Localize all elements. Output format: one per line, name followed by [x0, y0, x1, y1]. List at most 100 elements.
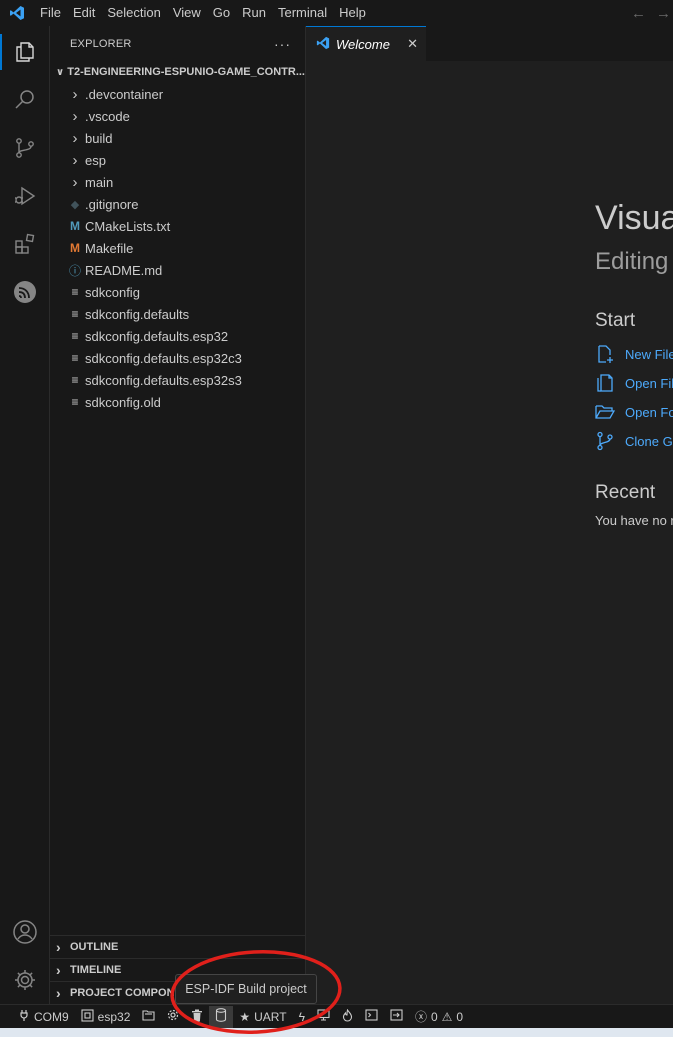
new-file-link[interactable]: New File [595, 343, 673, 365]
start-heading: Start [595, 310, 636, 331]
tree-file[interactable]: ≡ sdkconfig.defaults.esp32c3 [50, 347, 305, 369]
problems-item[interactable]: ⓧ 0 ⚠ 0 [409, 1006, 469, 1028]
explorer-icon[interactable] [0, 28, 50, 76]
terminal-button[interactable] [359, 1006, 384, 1028]
tree-folder[interactable]: › esp [50, 149, 305, 171]
tree-file[interactable]: ≡ sdkconfig.defaults [50, 303, 305, 325]
menu-bar: File Edit Selection View Go Run Terminal Help [34, 0, 372, 26]
section-label: PROJECT COMPONE [70, 987, 182, 999]
tree-folder[interactable]: › .vscode [50, 105, 305, 127]
settings-file-icon: ≡ [71, 307, 79, 321]
tree-file[interactable]: ≡ sdkconfig [50, 281, 305, 303]
chevron-right-icon: › [72, 151, 78, 169]
terminal-icon [365, 1009, 378, 1024]
source-control-icon [595, 431, 615, 451]
search-icon[interactable] [0, 76, 50, 124]
open-folder-icon [595, 402, 615, 422]
settings-file-icon: ≡ [71, 373, 79, 387]
tree-file[interactable]: M Makefile [50, 237, 305, 259]
gear-icon [167, 1009, 179, 1024]
tree-item-label: sdkconfig.defaults.esp32c3 [85, 350, 242, 366]
trash-icon [191, 1009, 203, 1025]
root-folder[interactable]: ∨ T2-ENGINEERING-ESPUNIO-GAME_CONTR... [50, 61, 305, 83]
serial-port-item[interactable]: COM9 [0, 1006, 75, 1028]
tree-file[interactable]: M CMakeLists.txt [50, 215, 305, 237]
tab-welcome[interactable]: Welcome ✕ [306, 26, 426, 61]
title-bar: File Edit Selection View Go Run Terminal Help ←… [0, 0, 673, 26]
tree-item-label: .vscode [85, 108, 130, 124]
tree-folder[interactable]: › build [50, 127, 305, 149]
config-gear-button[interactable] [161, 1006, 185, 1028]
error-count: 0 [430, 1009, 438, 1024]
close-icon[interactable]: ✕ [407, 36, 418, 52]
tree-file[interactable]: ◆ .gitignore [50, 193, 305, 215]
command-button[interactable] [384, 1006, 409, 1028]
target-label: esp32 [97, 1009, 131, 1024]
build-flash-monitor-button[interactable] [336, 1006, 359, 1028]
settings-file-icon: ≡ [71, 285, 79, 299]
tree-folder[interactable]: › main [50, 171, 305, 193]
menu-item-view[interactable]: View [167, 0, 207, 26]
build-project-button[interactable] [209, 1005, 234, 1028]
tree-file[interactable]: ≡ sdkconfig.old [50, 391, 305, 413]
settings-file-icon: ≡ [71, 351, 79, 365]
monitor-icon [317, 1009, 330, 1024]
lightning-icon: ϟ [298, 1009, 305, 1024]
espressif-icon[interactable] [0, 268, 50, 316]
flash-method-label: UART [254, 1009, 287, 1024]
chevron-right-icon: › [72, 173, 78, 191]
menu-item-go[interactable]: Go [207, 0, 236, 26]
tree-item-label: sdkconfig.defaults.esp32s3 [85, 372, 242, 388]
forward-arrow-icon[interactable]: → [656, 5, 671, 22]
clone-git-link[interactable]: Clone Gi [595, 430, 673, 452]
chevron-down-icon: ∨ [56, 66, 65, 78]
makefile-icon: M [70, 241, 80, 255]
chevron-right-icon: › [56, 985, 61, 1001]
menu-item-terminal[interactable]: Terminal [272, 0, 333, 26]
tree-item-label: Makefile [85, 240, 134, 256]
target-item[interactable]: esp32 [75, 1006, 137, 1028]
tree-item-label: esp [85, 152, 106, 168]
sdk-config-button[interactable] [136, 1006, 161, 1028]
run-debug-icon[interactable] [0, 172, 50, 220]
tree-folder[interactable]: › .devcontainer [50, 83, 305, 105]
settings-file-icon: ≡ [71, 395, 79, 409]
full-clean-button[interactable] [185, 1006, 209, 1028]
tree-file[interactable]: ⓘ README.md [50, 259, 305, 281]
chip-icon [81, 1008, 94, 1025]
tree-file[interactable]: ≡ sdkconfig.defaults.esp32 [50, 325, 305, 347]
recent-heading: Recent [595, 482, 656, 503]
tree-file[interactable]: ≡ sdkconfig.defaults.esp32s3 [50, 369, 305, 391]
open-file-link[interactable]: Open Fil [595, 372, 673, 394]
source-control-icon[interactable] [0, 124, 50, 172]
manage-gear-icon[interactable] [0, 956, 50, 1004]
warning-count: 0 [456, 1009, 464, 1024]
back-arrow-icon[interactable]: ← [631, 5, 646, 22]
menu-item-file[interactable]: File [34, 0, 67, 26]
menu-item-run[interactable]: Run [236, 0, 272, 26]
monitor-button[interactable] [311, 1006, 336, 1028]
chevron-right-icon: › [72, 107, 78, 125]
flash-button[interactable]: ϟ [293, 1006, 311, 1028]
section-outline[interactable]: › OUTLINE [50, 935, 305, 958]
plug-icon [18, 1009, 30, 1024]
folder-tabs-icon [142, 1009, 155, 1024]
menu-item-edit[interactable]: Edit [67, 0, 101, 26]
chevron-right-icon: › [56, 962, 61, 978]
open-file-label: Open Fil [625, 375, 673, 391]
menu-item-help[interactable]: Help [333, 0, 372, 26]
open-folder-link[interactable]: Open Fo [595, 401, 673, 423]
file-tree: › .devcontainer › .vscode › build › esp › main ◆ .g… [50, 83, 305, 413]
account-icon[interactable] [0, 908, 50, 956]
settings-file-icon: ≡ [71, 329, 79, 343]
extensions-icon[interactable] [0, 220, 50, 268]
menu-item-selection[interactable]: Selection [101, 0, 166, 26]
tree-item-label: .devcontainer [85, 86, 164, 102]
more-actions-icon[interactable]: ··· [274, 36, 291, 52]
flash-method-item[interactable]: ★ UART [233, 1006, 292, 1028]
welcome-subtitle: Editing [595, 248, 669, 275]
welcome-title: Visua [595, 199, 673, 237]
chevron-right-icon: › [72, 85, 78, 103]
flame-icon [342, 1008, 353, 1025]
tree-item-label: main [85, 174, 114, 190]
